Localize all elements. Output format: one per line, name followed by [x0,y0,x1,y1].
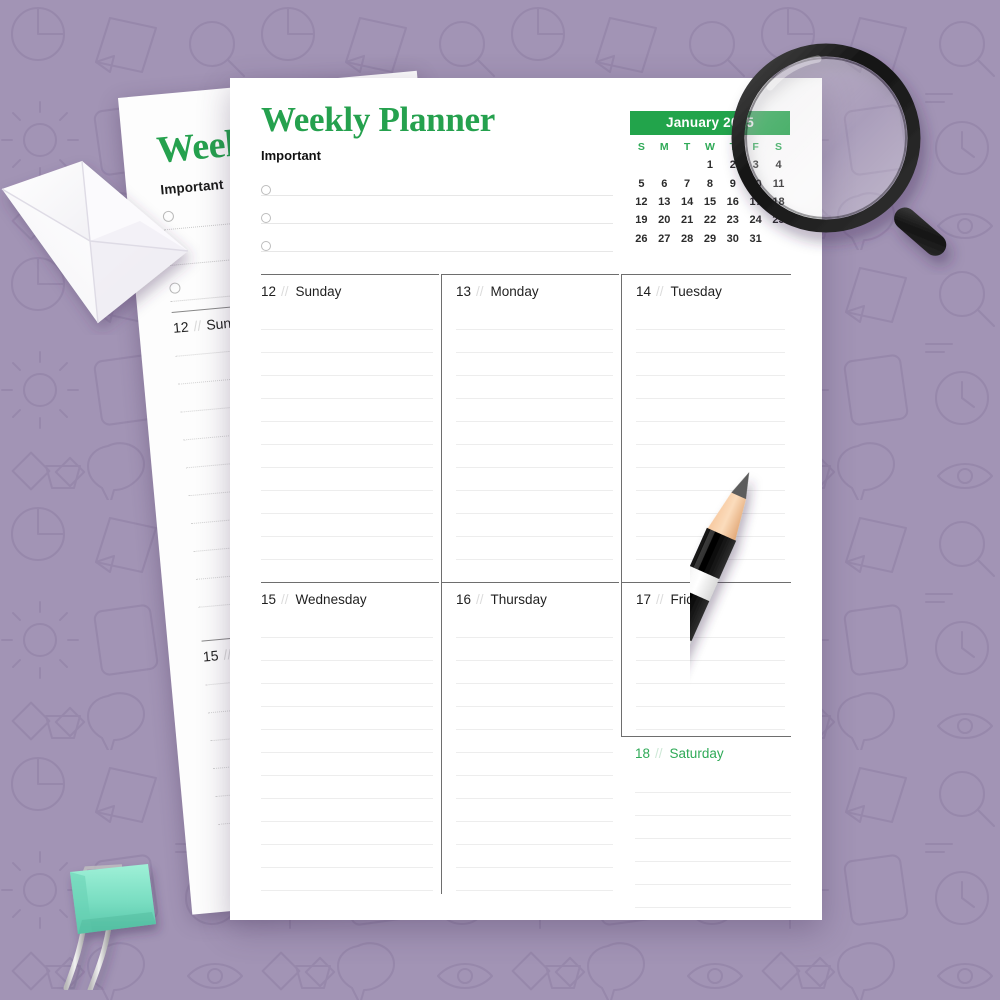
writing-line[interactable] [636,353,785,376]
day-lines[interactable] [261,615,433,891]
binder-clip [63,864,156,990]
writing-line[interactable] [261,422,433,445]
writing-line[interactable] [456,615,613,638]
writing-line[interactable] [456,776,613,799]
writing-line[interactable] [456,661,613,684]
writing-line[interactable] [261,868,433,891]
paper-boat [1,160,189,324]
calendar-day[interactable]: 20 [653,211,676,229]
magnifying-glass [731,43,947,256]
calendar-day[interactable]: 28 [676,230,699,248]
writing-line[interactable] [456,330,613,353]
writing-line[interactable] [636,376,785,399]
writing-line[interactable] [261,399,433,422]
writing-line[interactable] [261,307,433,330]
calendar-day[interactable]: 13 [653,193,676,211]
writing-line[interactable] [456,399,613,422]
writing-line[interactable] [456,753,613,776]
calendar-day[interactable]: 21 [676,211,699,229]
writing-line[interactable] [261,353,433,376]
writing-line[interactable] [261,376,433,399]
writing-line[interactable] [636,330,785,353]
writing-line[interactable] [456,638,613,661]
calendar-day[interactable]: 12 [630,193,653,211]
writing-line[interactable] [261,615,433,638]
writing-line[interactable] [261,330,433,353]
calendar-day[interactable]: 6 [653,174,676,192]
important-row[interactable] [261,168,613,196]
writing-line[interactable] [456,845,613,868]
writing-line[interactable] [456,799,613,822]
writing-line[interactable] [261,468,433,491]
writing-line[interactable] [261,514,433,537]
important-section-label: Important [261,148,321,163]
writing-line[interactable] [456,514,613,537]
writing-line[interactable] [636,307,785,330]
important-row[interactable] [261,196,613,224]
day-header: 12//Sunday [261,284,342,299]
calendar-day-empty [676,156,699,174]
writing-line[interactable] [261,776,433,799]
day-cell-sunday[interactable]: 12//Sunday [261,274,439,582]
writing-line[interactable] [261,707,433,730]
writing-line[interactable] [261,730,433,753]
day-header: 16//Thursday [456,592,547,607]
writing-line[interactable] [456,868,613,891]
calendar-day[interactable]: 14 [676,193,699,211]
calendar-weekday: S [637,141,645,153]
calendar-day[interactable]: 27 [653,230,676,248]
writing-line[interactable] [261,491,433,514]
day-lines[interactable] [456,615,613,891]
day-header: 15//Wednesday [261,592,367,607]
writing-line[interactable] [636,445,785,468]
pencil [690,472,750,883]
day-cell-thursday[interactable]: 16//Thursday [441,582,619,894]
day-cell-wednesday[interactable]: 15//Wednesday [261,582,439,894]
calendar-weekday: M [659,141,669,153]
day-lines[interactable] [261,307,433,560]
important-row[interactable] [261,224,613,252]
writing-line[interactable] [456,468,613,491]
writing-line[interactable] [636,399,785,422]
writing-line[interactable] [456,376,613,399]
writing-line[interactable] [456,537,613,560]
writing-line[interactable] [261,753,433,776]
writing-line[interactable] [456,307,613,330]
writing-line[interactable] [261,822,433,845]
writing-line[interactable] [261,661,433,684]
calendar-day-empty [653,156,676,174]
day-cell-monday[interactable]: 13//Monday [441,274,619,582]
writing-line[interactable] [456,353,613,376]
writing-line[interactable] [456,422,613,445]
day-lines[interactable] [456,307,613,560]
checkbox-icon[interactable] [261,241,271,251]
calendar-day[interactable]: 7 [676,174,699,192]
calendar-day-empty [630,156,653,174]
writing-line[interactable] [261,537,433,560]
writing-line[interactable] [456,491,613,514]
checkbox-icon[interactable] [261,185,271,195]
day-header: 13//Monday [456,284,539,299]
writing-line[interactable] [261,445,433,468]
writing-line[interactable] [261,684,433,707]
calendar-day[interactable]: 26 [630,230,653,248]
calendar-weekday: T [683,141,691,153]
page-title: Weekly Planner [261,100,495,139]
calendar-day[interactable]: 5 [630,174,653,192]
writing-line[interactable] [261,845,433,868]
day-header: 14//Tuesday [636,284,722,299]
writing-line[interactable] [636,422,785,445]
writing-line[interactable] [456,707,613,730]
writing-line[interactable] [261,799,433,822]
writing-line[interactable] [456,684,613,707]
writing-line[interactable] [261,638,433,661]
calendar-day[interactable]: 19 [630,211,653,229]
writing-line[interactable] [456,822,613,845]
writing-line[interactable] [456,730,613,753]
writing-line[interactable] [456,445,613,468]
checkbox-icon[interactable] [261,213,271,223]
